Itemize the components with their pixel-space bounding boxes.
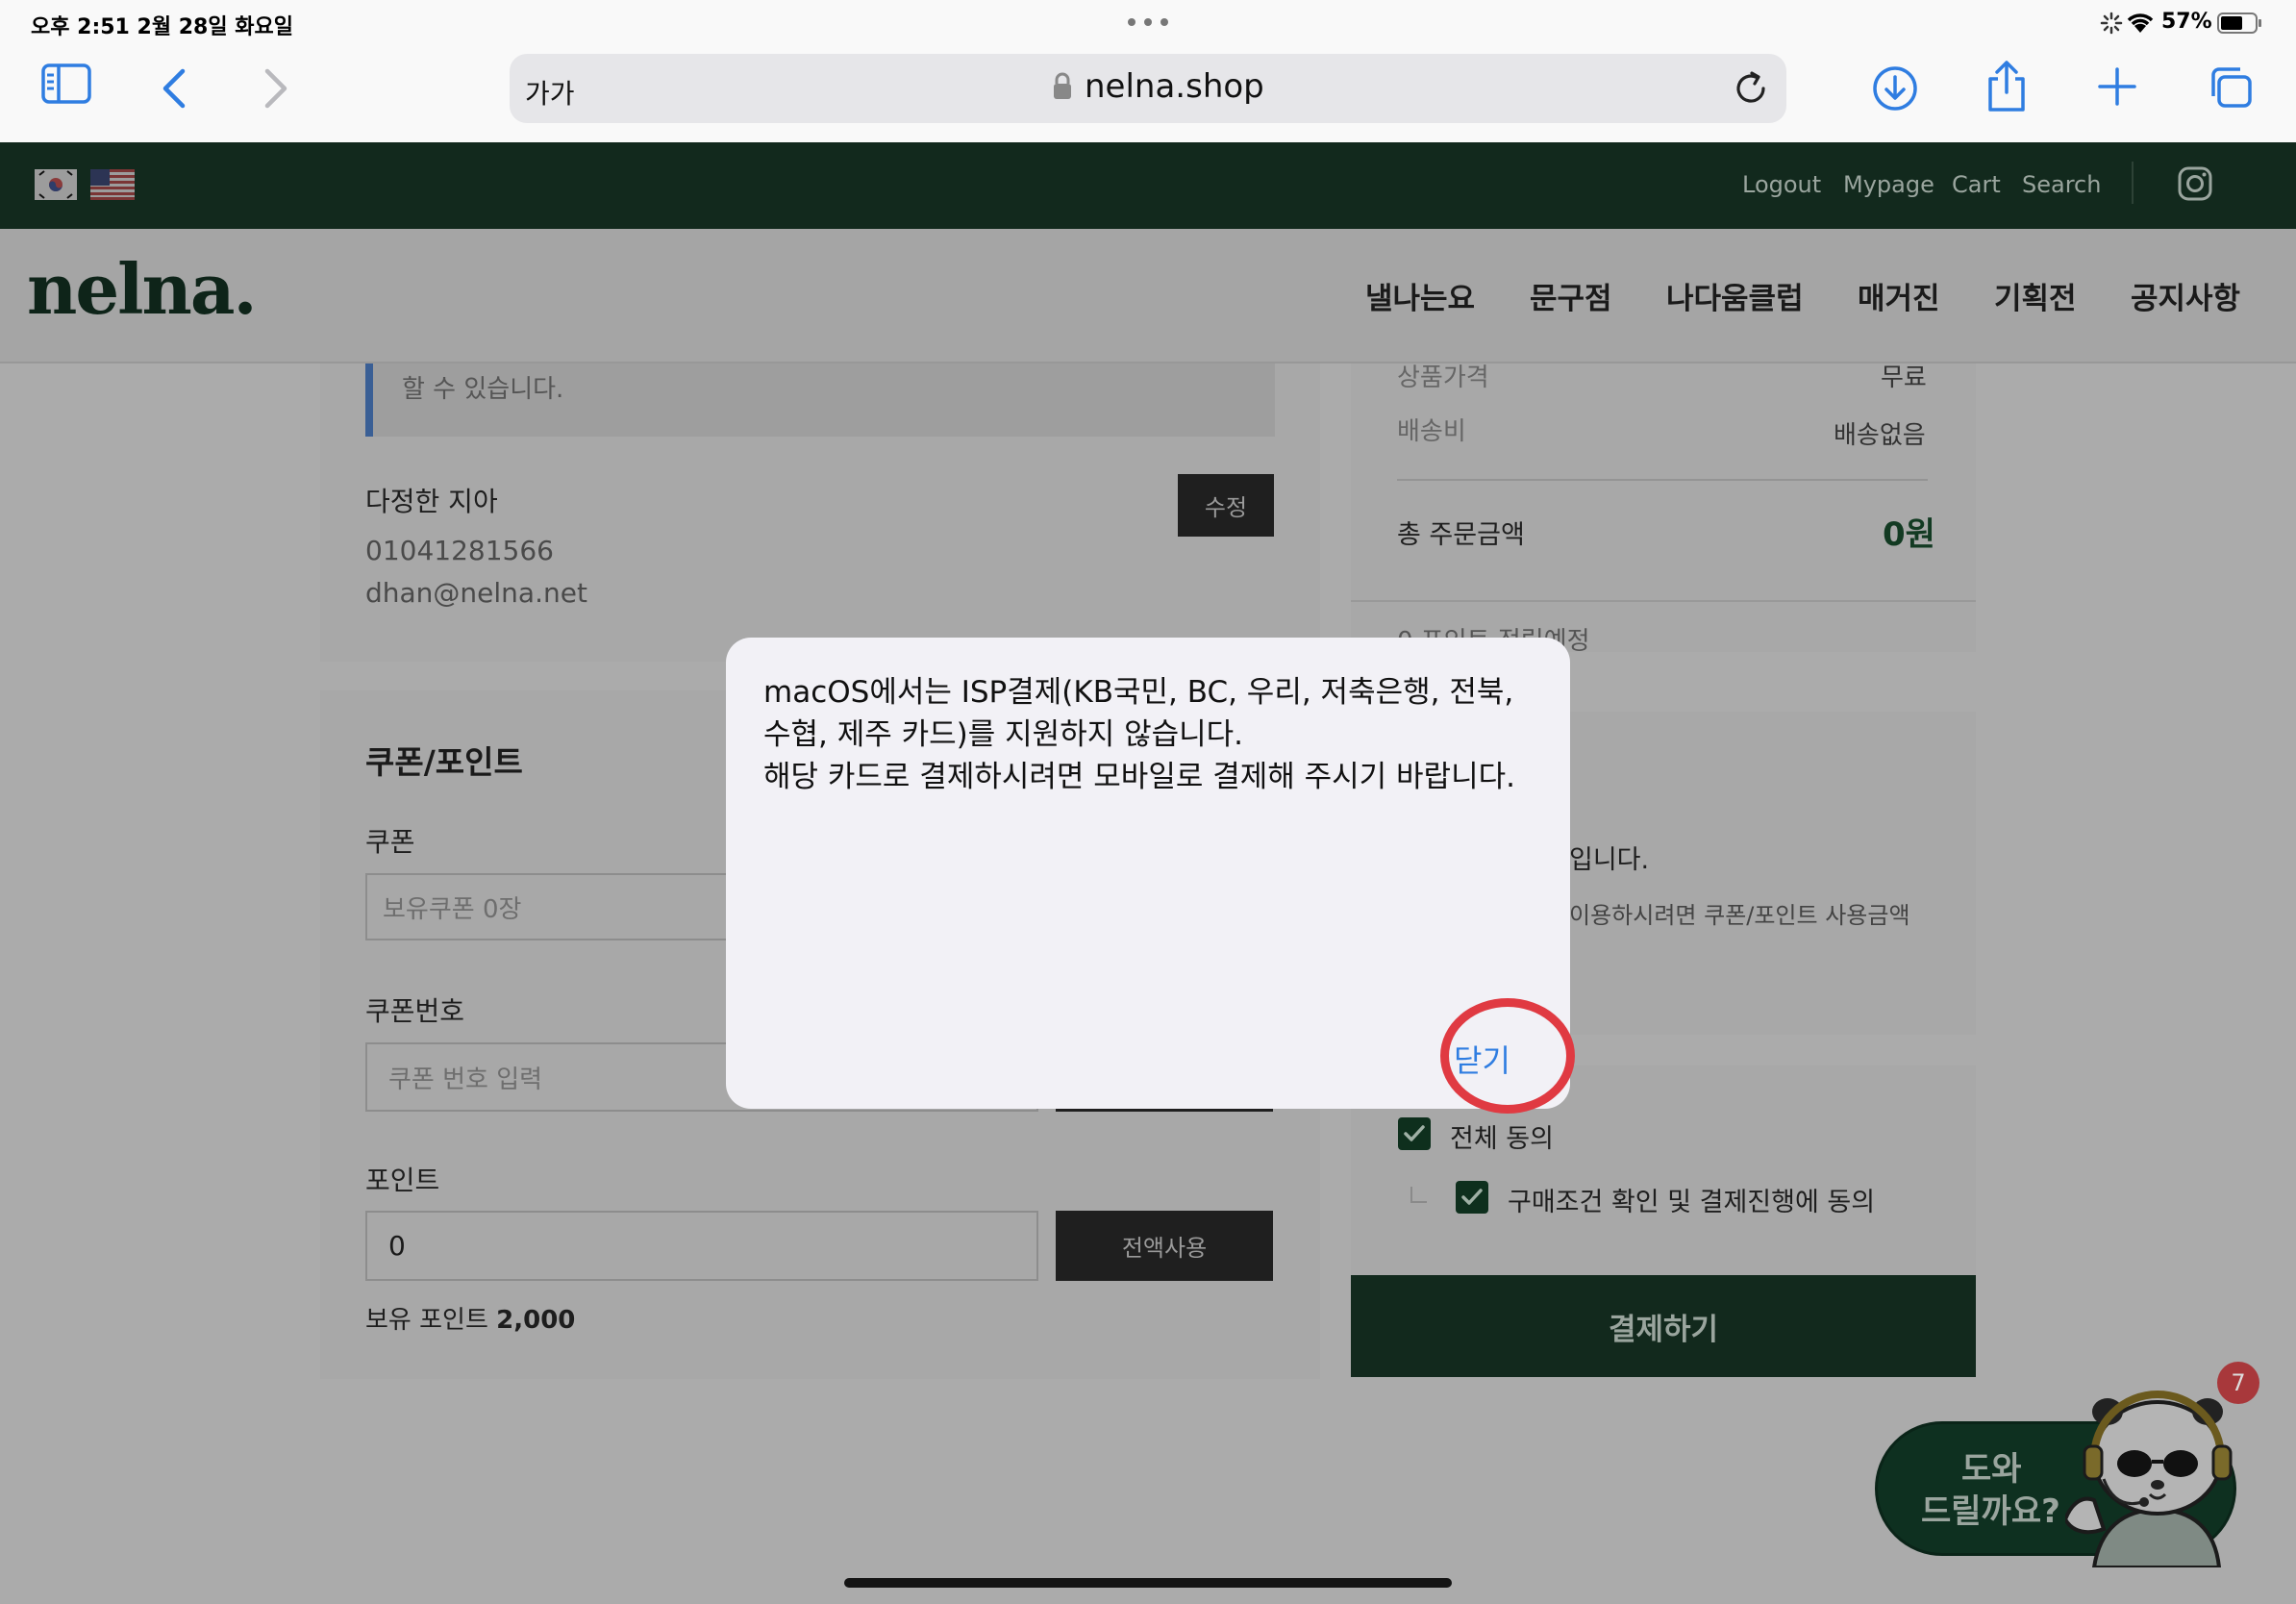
reload-icon[interactable]	[1733, 70, 1769, 107]
nav-notice[interactable]: 공지사항	[2131, 274, 2240, 317]
cart-link[interactable]: Cart	[1952, 171, 2001, 198]
coupon-label: 쿠폰	[365, 826, 415, 858]
dialog-message-line1: macOS에서는 ISP결제(KB국민, BC, 우리, 저축은행, 전북,	[763, 675, 1514, 710]
chat-notification-badge: 7	[2217, 1362, 2259, 1404]
total-label: 총 주문금액	[1397, 520, 1525, 550]
checkmark-icon	[1404, 1125, 1425, 1141]
tabs-icon[interactable]	[2208, 65, 2254, 110]
dialog-message-line2: 수협, 제주 카드)를 지원하지 않습니다.	[763, 717, 1244, 752]
payment-info-text-2: 이용하시려면 쿠폰/포인트 사용금액	[1569, 902, 1910, 929]
points-divider	[1351, 600, 1976, 602]
summary-divider	[1397, 479, 1928, 481]
battery-icon	[2217, 12, 2263, 35]
text-size-button[interactable]: 가가	[525, 73, 575, 112]
sidebar-icon[interactable]	[40, 62, 96, 117]
multitasking-dots-icon[interactable]	[1127, 17, 1169, 27]
payment-info-text-1: 입니다.	[1569, 845, 1650, 875]
site-header	[0, 229, 2296, 363]
notice-accent-bar	[365, 363, 373, 437]
edit-button[interactable]: 수정	[1178, 474, 1274, 537]
korea-flag-icon[interactable]	[35, 169, 77, 200]
nav-stationery[interactable]: 문구점	[1530, 274, 1612, 317]
forward-icon[interactable]	[262, 67, 290, 110]
agree-terms-checkbox[interactable]	[1456, 1181, 1488, 1214]
product-price-label: 상품가격	[1397, 363, 1489, 392]
mypage-link[interactable]: Mypage	[1843, 171, 1934, 198]
coupon-section-title: 쿠폰/포인트	[365, 743, 523, 781]
agree-all-checkbox[interactable]	[1398, 1117, 1431, 1150]
orderer-name: 다정한 지아	[365, 486, 498, 517]
nav-exhibition[interactable]: 기획전	[1994, 274, 2077, 317]
checkmark-icon	[1461, 1189, 1483, 1205]
sub-item-corner-icon	[1410, 1187, 1427, 1204]
usa-flag-icon[interactable]	[90, 169, 135, 200]
nav-about[interactable]: 낼나는요	[1365, 274, 1475, 317]
download-icon[interactable]	[1871, 64, 1919, 113]
dialog-message-line3: 해당 카드로 결제하시려면 모바일로 결제해 주시기 바랍니다.	[763, 760, 1515, 794]
lock-icon	[1052, 72, 1073, 101]
coupon-select[interactable]: 보유쿠폰 0장	[365, 873, 750, 940]
chat-text-line2: 드릴까요?	[1921, 1492, 2060, 1531]
total-value: 0원	[1883, 515, 1935, 554]
home-indicator[interactable]	[844, 1578, 1452, 1588]
tap-highlight-circle	[1440, 998, 1575, 1114]
mascot-avatar-icon[interactable]	[2065, 1375, 2244, 1567]
chat-text-line1: 도와	[1961, 1450, 2022, 1489]
shipping-label: 배송비	[1397, 417, 1466, 446]
back-icon[interactable]	[160, 67, 188, 110]
nav-club[interactable]: 나다움클럽	[1666, 274, 1804, 317]
use-all-points-button[interactable]: 전액사용	[1056, 1211, 1273, 1281]
orderer-phone: 01041281566	[365, 535, 554, 566]
coupon-code-label: 쿠폰번호	[365, 995, 465, 1027]
orderer-email: dhan@nelna.net	[365, 577, 587, 609]
top-bar-divider	[2132, 162, 2134, 204]
wifi-icon	[2125, 10, 2156, 35]
search-link[interactable]: Search	[2022, 171, 2101, 198]
point-label: 포인트	[365, 1165, 440, 1196]
owned-points: 보유 포인트 2,000	[365, 1300, 575, 1336]
pay-button[interactable]: 결제하기	[1351, 1275, 1976, 1377]
nav-magazine[interactable]: 매거진	[1858, 274, 1940, 317]
agree-terms-label[interactable]: 구매조건 확인 및 결제진행에 동의	[1508, 1181, 1875, 1218]
owned-points-label: 보유 포인트	[365, 1306, 488, 1335]
shipping-value: 배송없음	[1834, 421, 1926, 450]
new-tab-icon[interactable]	[2098, 67, 2136, 106]
notice-text: 할 수 있습니다.	[402, 375, 564, 404]
instagram-icon[interactable]	[2177, 165, 2213, 202]
site-logo[interactable]: nelna.	[27, 248, 258, 330]
point-input[interactable]: 0	[365, 1211, 1038, 1281]
share-icon[interactable]	[1984, 60, 2029, 113]
status-time-date: 오후 2:51 2월 28일 화요일	[31, 15, 293, 39]
url-text[interactable]: nelna.shop	[1085, 67, 1264, 106]
agree-all-label[interactable]: 전체 동의	[1450, 1117, 1554, 1155]
product-price-value: 무료	[1881, 363, 1927, 392]
logout-link[interactable]: Logout	[1742, 171, 1821, 198]
battery-percent: 57%	[2161, 10, 2212, 34]
loading-spinner-icon	[2100, 12, 2123, 35]
owned-points-value: 2,000	[496, 1306, 576, 1335]
